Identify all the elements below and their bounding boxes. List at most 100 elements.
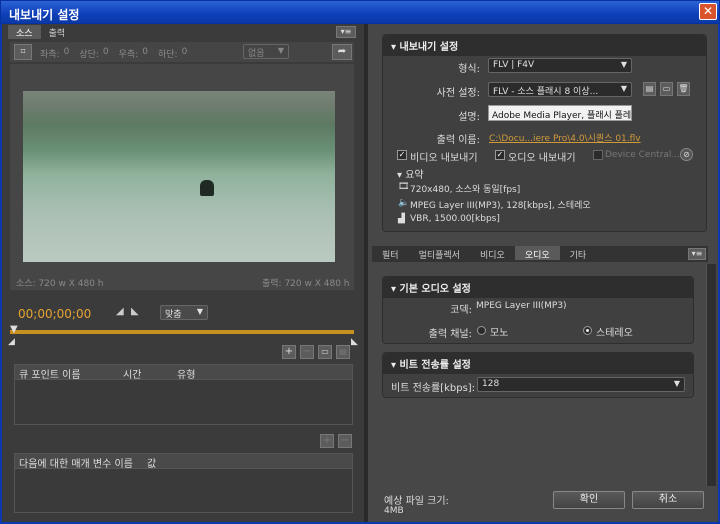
bitrate-value: 128 xyxy=(482,379,500,389)
channel-label: 출력 채널: xyxy=(428,329,472,340)
preset-select[interactable]: FLV - 소스 플래시 8 이상... ▼ xyxy=(488,82,632,97)
tab-output[interactable]: 출력 xyxy=(41,25,74,39)
chevron-down-icon: ▼ xyxy=(620,84,627,93)
ok-button[interactable]: 확인 xyxy=(553,491,625,509)
folder-icon[interactable]: ▭ xyxy=(318,345,332,359)
crop-right-value[interactable]: 0 xyxy=(142,47,148,60)
format-value: FLV | F4V xyxy=(493,60,535,70)
cue-buttons: + − ▭ ▤ xyxy=(282,345,350,359)
chevron-down-icon: ▼ xyxy=(196,307,203,316)
chevron-down-icon: ▼ xyxy=(620,60,627,69)
basic-audio-title: 기본 오디오 설정 xyxy=(399,284,471,295)
output-size: 출력: 720 w X 480 h xyxy=(262,279,350,289)
col-cue-name: 큐 포인트 이름 xyxy=(19,370,81,381)
crop-bottom-value[interactable]: 0 xyxy=(182,47,188,60)
settings-scrollbar[interactable] xyxy=(706,264,716,486)
param-buttons: + − xyxy=(320,434,352,448)
video-preview xyxy=(23,91,335,262)
playhead-icon[interactable]: ▼ xyxy=(10,324,18,335)
close-button[interactable]: ✕ xyxy=(699,3,717,20)
stereo-radio[interactable] xyxy=(583,326,592,335)
video-export-checkbox[interactable]: ✓ xyxy=(397,150,407,160)
format-label: 형식: xyxy=(458,64,480,75)
audio-export-label: 오디오 내보내기 xyxy=(508,153,576,164)
timeline-bar[interactable] xyxy=(10,330,354,334)
work-area-end-icon[interactable]: ◣ xyxy=(351,337,358,347)
crop-left-value[interactable]: 0 xyxy=(64,47,70,60)
format-select[interactable]: FLV | F4V ▼ xyxy=(488,58,632,73)
panel-menu-icon[interactable]: ▾≡ xyxy=(336,26,356,38)
summary-video: 720x480, 소스와 동일[fps] xyxy=(410,185,521,195)
crop-top-label: 상단: xyxy=(79,50,99,60)
in-point-icon[interactable]: ◢ xyxy=(116,306,124,317)
bitrate-select[interactable]: 128 ▼ xyxy=(477,377,685,392)
codec-value: MPEG Layer III(MP3) xyxy=(476,301,567,311)
tab-audio[interactable]: 오디오 xyxy=(514,246,560,261)
save-preset-icon[interactable]: ▤ xyxy=(643,82,656,96)
tab-video[interactable]: 비디오 xyxy=(470,246,515,261)
swap-arrow-icon[interactable]: ➦ xyxy=(332,44,352,60)
settings-tabbar: 필터 멀티플렉서 비디오 오디오 기타 xyxy=(372,246,708,262)
timecode[interactable]: 00;00;00;00 xyxy=(18,307,91,321)
tab-other[interactable]: 기타 xyxy=(560,246,597,261)
speaker-icon: 🔈 xyxy=(398,198,410,208)
delete-preset-icon[interactable]: 🗑 xyxy=(677,82,690,96)
mono-radio[interactable] xyxy=(477,326,486,335)
remove-param-icon[interactable]: − xyxy=(338,434,352,448)
device-central-icon[interactable]: ⊘ xyxy=(680,148,693,161)
add-param-icon[interactable]: + xyxy=(320,434,334,448)
fit-select[interactable]: 맞춤 ▼ xyxy=(160,305,208,320)
output-name-link[interactable]: C:\Docu...iere Pro\4.0\시퀀스 01.flv xyxy=(489,131,641,144)
stereo-label: 스테레오 xyxy=(596,328,633,339)
chevron-down-icon: ▼ xyxy=(673,379,680,388)
basic-audio-header: ▾ 기본 오디오 설정 xyxy=(383,277,693,298)
panel-splitter[interactable] xyxy=(364,24,368,522)
crop-right-label: 우측: xyxy=(118,50,139,60)
out-point-icon[interactable]: ◣ xyxy=(131,306,139,317)
crop-tool-icon[interactable]: ⌗ xyxy=(14,44,32,60)
film-icon: 🎞 xyxy=(398,182,410,192)
device-central-checkbox[interactable] xyxy=(593,150,603,160)
bitrate-title: 비트 전송률 설정 xyxy=(399,360,471,371)
codec-label: 코덱: xyxy=(450,305,472,316)
tab-filter[interactable]: 필터 xyxy=(372,246,409,261)
collapse-arrow-icon[interactable]: ▾ xyxy=(391,42,396,53)
description-field[interactable]: Adobe Media Player, 플래시 플레이 xyxy=(488,105,632,121)
panel-menu-icon[interactable]: ▾≡ xyxy=(688,248,706,260)
summary-bitrate: VBR, 1500.00[kbps] xyxy=(410,214,500,224)
crop-ratio-select[interactable]: 없음 ▼ xyxy=(243,44,289,59)
left-tabbar: 소스 출력 xyxy=(8,25,73,39)
video-export-label: 비디오 내보내기 xyxy=(410,153,478,164)
export-settings-header: ▾ 내보내기 설정 xyxy=(383,35,706,56)
chevron-down-icon: ▼ xyxy=(277,46,284,55)
col-value: 값 xyxy=(147,459,157,470)
window-titlebar: 내보내기 설정 xyxy=(0,0,720,24)
crop-bottom-label: 하단: xyxy=(157,50,178,60)
crop-left-label: 좌측: xyxy=(40,50,60,60)
collapse-arrow-icon[interactable]: ▾ xyxy=(391,360,396,371)
summary-audio: MPEG Layer III(MP3), 128[kbps], 스테레오 xyxy=(410,201,591,211)
mono-label: 모노 xyxy=(490,328,509,339)
save-icon[interactable]: ▤ xyxy=(336,345,350,359)
crop-top-value[interactable]: 0 xyxy=(103,47,109,60)
fit-value: 맞춤 xyxy=(165,310,182,320)
param-table-header: 다음에 대한 매개 변수 이름 값 xyxy=(15,454,352,470)
remove-cue-icon[interactable]: − xyxy=(300,345,314,359)
cancel-button[interactable]: 취소 xyxy=(632,491,704,509)
tab-source[interactable]: 소스 xyxy=(8,25,41,39)
add-cue-icon[interactable]: + xyxy=(282,345,296,359)
cue-point-table[interactable]: 큐 포인트 이름 시간 유형 xyxy=(14,364,353,425)
cue-table-header: 큐 포인트 이름 시간 유형 xyxy=(15,365,352,381)
tab-multiplexer[interactable]: 멀티플렉서 xyxy=(409,246,470,261)
col-param-name: 다음에 대한 매개 변수 이름 xyxy=(19,459,133,470)
work-area-start-icon[interactable]: ◢ xyxy=(8,337,15,347)
collapse-arrow-icon[interactable]: ▾ xyxy=(391,284,396,295)
import-preset-icon[interactable]: ▭ xyxy=(660,82,673,96)
summary-title: 요약 xyxy=(405,170,424,181)
file-size-value: 4MB xyxy=(384,506,404,516)
collapse-arrow-icon: ▾ xyxy=(397,170,403,181)
audio-export-checkbox[interactable]: ✓ xyxy=(495,150,505,160)
crop-ratio-value: 없음 xyxy=(248,49,265,59)
summary-toggle[interactable]: ▾ 요약 xyxy=(397,166,424,181)
parameter-table[interactable]: 다음에 대한 매개 변수 이름 값 xyxy=(14,453,353,513)
